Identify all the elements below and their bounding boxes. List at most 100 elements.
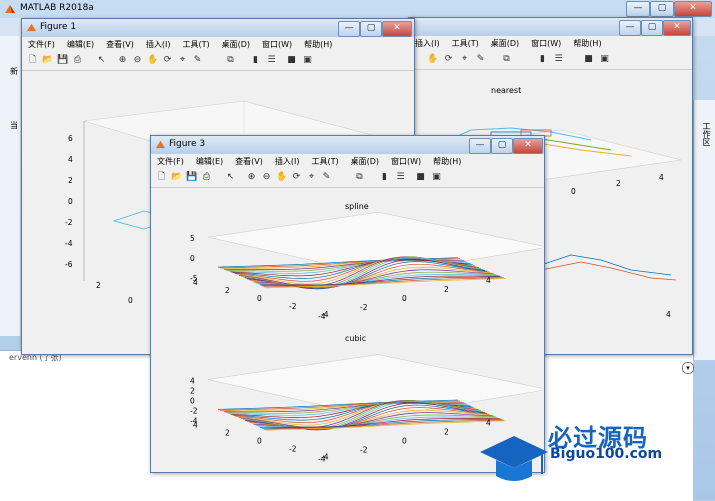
fig1-menu-edit[interactable]: 编辑(E) — [61, 37, 100, 50]
main-title: MATLAB R2018a — [20, 3, 94, 13]
fig1-menu-help[interactable]: 帮助(H) — [298, 37, 338, 50]
fig1-maximize-icon[interactable]: ▢ — [360, 21, 382, 37]
command-expand-icon[interactable]: ▾ — [682, 362, 694, 374]
fig2-brush-icon[interactable]: ✎ — [475, 54, 486, 65]
fig2-close-icon[interactable]: ✕ — [663, 20, 691, 36]
fig2-pan-icon[interactable]: ✋ — [427, 54, 438, 65]
fig1-save-icon[interactable]: 💾 — [57, 55, 68, 66]
fig3-menu-file[interactable]: 文件(F) — [151, 154, 190, 167]
fig3-close-icon[interactable]: ✕ — [513, 138, 543, 154]
fig2-menu-tools[interactable]: 工具(T) — [446, 36, 485, 49]
fig3-zoom-out-icon[interactable]: ⊖ — [261, 172, 272, 183]
fig1-colorbar-icon[interactable]: ▮ — [250, 55, 261, 66]
x-tick-label: -2 — [360, 446, 368, 455]
fig3-datacursor-icon[interactable]: ⌖ — [306, 172, 317, 183]
fig1-pan-icon[interactable]: ✋ — [147, 55, 158, 66]
fig1-menu-insert[interactable]: 插入(I) — [140, 37, 177, 50]
figure-3-caption-buttons: — ▢ ✕ — [469, 138, 543, 154]
fig1-print-icon[interactable]: ⎙ — [72, 55, 83, 66]
fig2-legend-icon[interactable]: ☰ — [553, 54, 564, 65]
fig3-minimize-icon[interactable]: — — [469, 138, 491, 154]
fig1-menu-view[interactable]: 查看(V) — [100, 37, 140, 50]
figure-1-title-bar: Figure 1 — ▢ ✕ — [22, 19, 414, 37]
fig1-menu-file[interactable]: 文件(F) — [22, 37, 61, 50]
z-tick-label: 5 — [190, 234, 195, 243]
fig2-show-tools-icon[interactable]: ▣ — [599, 54, 610, 65]
fig3-maximize-icon[interactable]: ▢ — [491, 138, 513, 154]
current-folder-panel: 新 当 — [0, 36, 20, 336]
fig1-zoom-out-icon[interactable]: ⊖ — [132, 55, 143, 66]
z-tick-label: 0 — [190, 397, 195, 406]
maximize-icon[interactable]: ▢ — [650, 1, 674, 17]
figure-1-menubar: 文件(F) 编辑(E) 查看(V) 插入(I) 工具(T) 桌面(D) 窗口(W) 帮助(H) — [22, 37, 414, 53]
fig2-menu-desktop[interactable]: 桌面(D) — [485, 36, 525, 49]
fig3-show-tools-icon[interactable]: ▣ — [431, 172, 442, 183]
fig3-colorbar-icon[interactable]: ▮ — [379, 172, 390, 183]
cubic-axis-title: cubic — [345, 334, 367, 343]
fig2-minimize-icon[interactable]: — — [619, 20, 641, 36]
fig2-maximize-icon[interactable]: ▢ — [641, 20, 663, 36]
fig2-datacursor-icon[interactable]: ⌖ — [459, 54, 470, 65]
fig3-brush-icon[interactable]: ✎ — [321, 172, 332, 183]
figure-2-title-bar: — ▢ ✕ — [409, 18, 692, 36]
y-tick-label: 4 — [193, 278, 198, 287]
figure-3-matlab-icon — [155, 140, 166, 149]
fig1-hide-tools-icon[interactable]: ■ — [286, 55, 297, 66]
z-tick-label: 2 — [190, 387, 195, 396]
fig1-show-tools-icon[interactable]: ▣ — [302, 55, 313, 66]
fig3-open-icon[interactable]: 📂 — [171, 172, 182, 183]
fig3-save-icon[interactable]: 💾 — [186, 172, 197, 183]
fig3-link-icon[interactable]: ⧉ — [354, 172, 365, 183]
figure-1-title: Figure 1 — [40, 22, 77, 32]
fig1-link-icon[interactable]: ⧉ — [225, 55, 236, 66]
close-icon[interactable]: ✕ — [674, 1, 712, 17]
fig3-menu-desktop[interactable]: 桌面(D) — [345, 154, 385, 167]
fig2-hide-tools-icon[interactable]: ■ — [583, 54, 594, 65]
x-tick-label: 0 — [402, 294, 407, 303]
fig1-open-icon[interactable]: 📂 — [42, 55, 53, 66]
fig3-print-icon[interactable]: ⎙ — [201, 172, 212, 183]
fig1-ytick-6: -6 — [65, 260, 73, 269]
fig3-legend-icon[interactable]: ☰ — [395, 172, 406, 183]
fig2-tick-2: 2 — [616, 179, 621, 188]
fig1-rotate-icon[interactable]: ⟳ — [162, 55, 173, 66]
panel-label-current: 当 — [10, 121, 18, 130]
fig2-colorbar-icon[interactable]: ▮ — [537, 54, 548, 65]
figure-3-menubar: 文件(F) 编辑(E) 查看(V) 插入(I) 工具(T) 桌面(D) 窗口(W) 帮助(H) — [151, 154, 544, 170]
workspace-side-tab[interactable]: 工作区 — [693, 100, 715, 360]
fig1-legend-icon[interactable]: ☰ — [266, 55, 277, 66]
watermark-url: Biguo100.com — [550, 446, 663, 462]
fig1-menu-tools[interactable]: 工具(T) — [176, 37, 215, 50]
fig3-select-icon[interactable]: ↖ — [225, 172, 236, 183]
figure-1-caption-buttons: — ▢ ✕ — [338, 21, 412, 37]
fig2-menu-help[interactable]: 帮助(H) — [567, 36, 607, 49]
fig1-minimize-icon[interactable]: — — [338, 21, 360, 37]
fig2-link-icon[interactable]: ⧉ — [501, 54, 512, 65]
fig1-menu-window[interactable]: 窗口(W) — [256, 37, 298, 50]
fig3-menu-tools[interactable]: 工具(T) — [305, 154, 344, 167]
y-tick-label: 0 — [257, 437, 262, 446]
fig3-pan-icon[interactable]: ✋ — [276, 172, 287, 183]
fig3-menu-view[interactable]: 查看(V) — [229, 154, 269, 167]
fig1-ytick-3: 0 — [68, 197, 73, 206]
minimize-icon[interactable]: — — [626, 1, 650, 17]
figure-3-title: Figure 3 — [169, 139, 206, 149]
fig1-brush-icon[interactable]: ✎ — [192, 55, 203, 66]
fig1-select-icon[interactable]: ↖ — [96, 55, 107, 66]
fig1-menu-desktop[interactable]: 桌面(D) — [216, 37, 256, 50]
fig3-menu-edit[interactable]: 编辑(E) — [190, 154, 229, 167]
fig3-rotate-icon[interactable]: ⟳ — [291, 172, 302, 183]
fig2-tick-0: 0 — [571, 187, 576, 196]
fig3-zoom-in-icon[interactable]: ⊕ — [246, 172, 257, 183]
fig2-rotate-icon[interactable]: ⟳ — [443, 54, 454, 65]
fig2-menu-window[interactable]: 窗口(W) — [525, 36, 567, 49]
fig3-menu-insert[interactable]: 插入(I) — [269, 154, 306, 167]
fig3-menu-help[interactable]: 帮助(H) — [427, 154, 467, 167]
fig1-zoom-in-icon[interactable]: ⊕ — [117, 55, 128, 66]
fig1-close-icon[interactable]: ✕ — [382, 21, 412, 37]
fig3-new-icon[interactable]: 🗋 — [156, 172, 167, 183]
fig3-menu-window[interactable]: 窗口(W) — [385, 154, 427, 167]
fig3-hide-tools-icon[interactable]: ■ — [415, 172, 426, 183]
fig1-datacursor-icon[interactable]: ⌖ — [177, 55, 188, 66]
fig1-new-icon[interactable]: 🗋 — [27, 55, 38, 66]
